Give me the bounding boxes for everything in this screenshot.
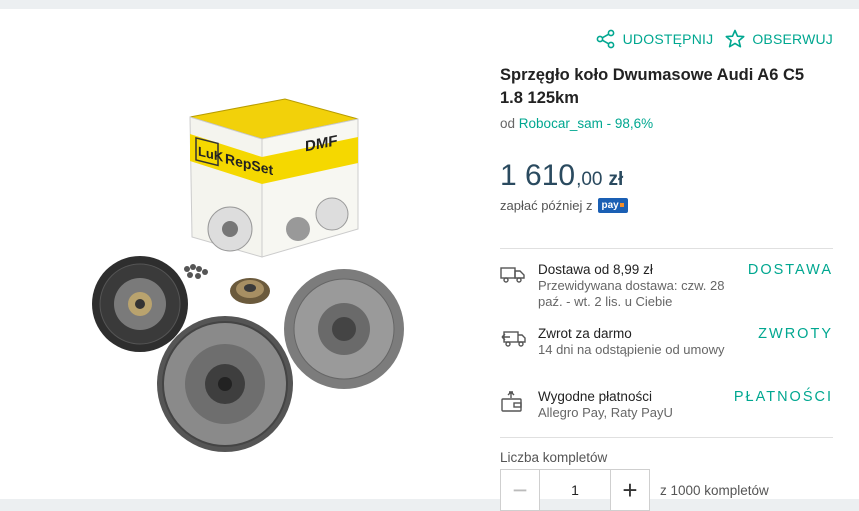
divider [500,437,833,438]
share-label: UDOSTĘPNIJ [622,31,714,47]
quantity-increase-button[interactable]: + [610,469,650,511]
delivery-link[interactable]: DOSTAWA [748,262,833,278]
pay-later-text: zapłać później z [500,198,593,213]
return-icon [500,326,528,358]
delivery-subtitle: Przewidywana dostawa: czw. 28 paź. - wt.… [538,278,725,309]
clutch-kit-illustration: LuK RepSet DMF [92,98,404,452]
delivery-title: Dostawa od 8,99 zł [538,262,653,277]
pay-later: zapłać później z pay [500,198,628,213]
payments-title: Wygodne płatności [538,389,652,404]
quantity-decrease-button[interactable]: − [500,469,540,511]
seller-link[interactable]: Robocar_sam - 98,6% [519,116,653,131]
watch-button[interactable]: OBSERWUJ [725,29,833,49]
truck-icon [500,262,528,310]
seller-info: od Robocar_sam - 98,6% [500,116,653,131]
product-card: LuK RepSet DMF UDOSTĘPNIJ OBSERWUJ Sprzę… [0,9,859,511]
price-currency: zł [608,169,624,190]
product-title: Sprzęgło koło Dwumasowe Audi A6 C5 1.8 1… [500,66,805,107]
watch-label: OBSERWUJ [752,31,833,47]
star-icon [725,29,745,49]
payments-subtitle: Allegro Pay, Raty PayU [538,405,673,420]
price: 1 610 ,00 zł [500,159,623,193]
product-actions: UDOSTĘPNIJ OBSERWUJ [596,29,833,49]
returns-subtitle: 14 dni na odstąpienie od umowy [538,342,725,357]
price-integer: 1 610 [500,159,576,192]
quantity-stepper: − 1 + z 1000 kompletów [500,469,769,511]
payments-link[interactable]: PŁATNOŚCI [734,389,833,405]
delivery-row: Dostawa od 8,99 zł Przewidywana dostawa:… [500,262,833,310]
share-button[interactable]: UDOSTĘPNIJ [596,29,714,49]
quantity-input[interactable]: 1 [540,469,610,511]
returns-title: Zwrot za darmo [538,326,632,341]
share-icon [596,29,616,49]
quantity-label: Liczba kompletów [500,450,608,465]
divider [500,248,833,249]
seller-prefix: od [500,116,516,131]
quantity-available: z 1000 kompletów [660,482,769,498]
allegro-pay-badge[interactable]: pay [597,198,628,213]
product-image[interactable]: LuK RepSet DMF [40,79,480,479]
payments-row: Wygodne płatności Allegro Pay, Raty PayU… [500,389,833,421]
returns-link[interactable]: ZWROTY [758,326,833,342]
price-decimal: ,00 [576,169,603,190]
wallet-icon [500,389,528,421]
returns-row: Zwrot za darmo 14 dni na odstąpienie od … [500,326,833,358]
